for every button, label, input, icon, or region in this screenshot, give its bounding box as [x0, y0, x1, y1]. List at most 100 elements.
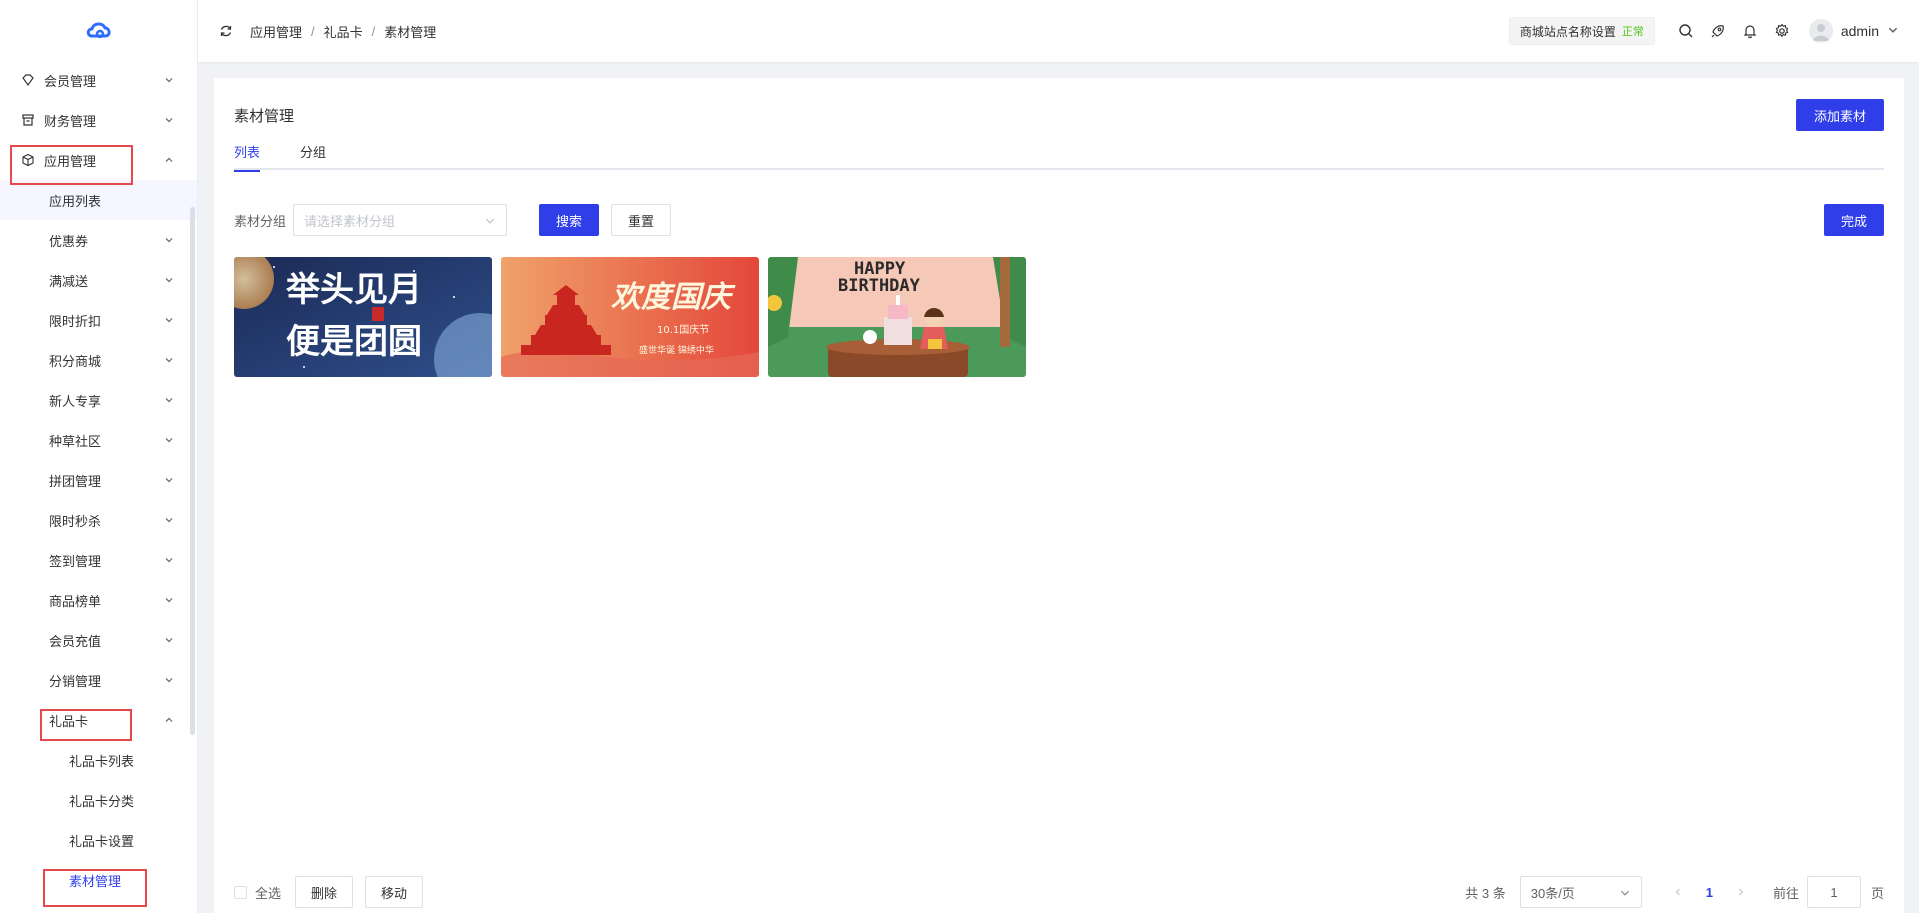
search-icon[interactable]	[1677, 22, 1695, 40]
move-button[interactable]: 移动	[365, 876, 424, 908]
total-count: 共 3 条	[1465, 885, 1506, 901]
material-gallery: 举头见月 便是团圆 欢度国庆 10.1国庆节 盛世华诞 锦绣中华 HAPPY B…	[234, 257, 1035, 377]
select-all-label[interactable]: 全选	[255, 883, 281, 902]
sidebar-scrollbar[interactable]	[190, 207, 195, 735]
chevron-down-icon	[163, 434, 175, 446]
chevron-down-icon	[163, 74, 175, 86]
menu-gift-card-category[interactable]: 礼品卡分类	[0, 780, 197, 820]
menu-recharge[interactable]: 会员充值	[0, 620, 197, 660]
menu-material-label: 素材管理	[69, 873, 122, 889]
menu-finance[interactable]: 财务管理	[0, 100, 197, 140]
chevron-down-icon	[163, 674, 175, 686]
bell-icon[interactable]	[1741, 22, 1759, 40]
menu-app[interactable]: 应用管理	[0, 140, 197, 180]
menu-gift-card[interactable]: 礼品卡	[0, 700, 197, 740]
chevron-up-icon	[163, 714, 175, 726]
menu-coupon[interactable]: 优惠券	[0, 220, 197, 260]
menu-member-label: 会员管理	[44, 73, 97, 89]
national-day-subtitle: 10.1国庆节	[657, 323, 709, 336]
moon-line-1: 举头见月	[285, 270, 422, 310]
menu-signin[interactable]: 签到管理	[0, 540, 197, 580]
menu-seckill-label: 限时秒杀	[49, 513, 102, 529]
page-title: 素材管理	[234, 108, 295, 125]
menu-points-mall[interactable]: 积分商城	[0, 340, 197, 380]
refresh-icon[interactable]	[218, 23, 234, 39]
tab-group[interactable]: 分组	[300, 132, 326, 170]
footer-bar: 全选 删除 移动 共 3 条 30条/页 1 前往 页	[234, 876, 1884, 908]
site-status: 正常	[1621, 26, 1644, 38]
delete-button[interactable]: 删除	[295, 876, 354, 908]
national-day-caption: 盛世华诞 锦绣中华	[639, 344, 714, 356]
chevron-down-icon	[163, 114, 175, 126]
pagination: 共 3 条 30条/页 1 前往 页	[1465, 876, 1884, 908]
menu-app-list-label: 应用列表	[49, 193, 102, 209]
menu-seckill[interactable]: 限时秒杀	[0, 500, 197, 540]
filter-group-label: 素材分组	[234, 213, 287, 229]
select-all-checkbox[interactable]	[234, 885, 247, 899]
menu-ranking[interactable]: 商品榜单	[0, 580, 197, 620]
material-image-moon: 举头见月 便是团圆	[234, 257, 492, 377]
main-card: 素材管理 添加素材 列表 分组 素材分组 请选择素材分组 搜索 重置 完成 举头…	[214, 78, 1904, 913]
rocket-icon[interactable]	[1709, 22, 1727, 40]
menu-app-list[interactable]: 应用列表	[0, 180, 197, 220]
username: admin	[1840, 23, 1879, 39]
chevron-down-icon	[1619, 887, 1631, 899]
material-card[interactable]: HAPPY BIRTHDAY	[768, 257, 1026, 377]
menu-coupon-label: 优惠券	[49, 233, 89, 249]
chevron-down-icon	[484, 215, 496, 227]
menu-points-mall-label: 积分商城	[49, 353, 102, 369]
menu-full-reduction[interactable]: 满减送	[0, 260, 197, 300]
menu-newcomer-label: 新人专享	[49, 393, 102, 409]
gear-icon[interactable]	[1773, 22, 1791, 40]
reset-button[interactable]: 重置	[611, 204, 672, 236]
next-page-icon[interactable]	[1731, 882, 1751, 902]
menu-gift-card-list[interactable]: 礼品卡列表	[0, 740, 197, 780]
goto-page-input[interactable]	[1806, 876, 1861, 908]
menu-group-buy[interactable]: 拼团管理	[0, 460, 197, 500]
chevron-down-icon	[163, 354, 175, 366]
page-size-value: 30条/页	[1530, 885, 1575, 901]
side-menu: 会员管理 财务管理 应用管理 应用列表 优惠券 满减送 限时折扣 积分商城 新人…	[0, 60, 197, 900]
site-name-badge[interactable]: 商城站点名称设置 正常	[1508, 17, 1655, 45]
menu-gift-card-settings-label: 礼品卡设置	[69, 833, 135, 849]
breadcrumb-gift-card[interactable]: 礼品卡	[324, 22, 363, 41]
finance-icon	[20, 112, 36, 128]
logo	[0, 0, 197, 60]
diamond-icon	[20, 72, 36, 88]
menu-material[interactable]: 素材管理	[0, 860, 197, 900]
done-button[interactable]: 完成	[1824, 204, 1884, 236]
menu-full-reduction-label: 满减送	[49, 273, 89, 289]
material-image-birthday: HAPPY BIRTHDAY	[768, 257, 1026, 377]
material-image-national-day: 欢度国庆 10.1国庆节 盛世华诞 锦绣中华	[501, 257, 759, 377]
birthday-line-2: BIRTHDAY	[838, 276, 921, 296]
page-number[interactable]: 1	[1706, 885, 1713, 900]
menu-newcomer[interactable]: 新人专享	[0, 380, 197, 420]
breadcrumb-app[interactable]: 应用管理	[250, 22, 302, 41]
menu-community[interactable]: 种草社区	[0, 420, 197, 460]
search-button[interactable]: 搜索	[539, 204, 600, 236]
breadcrumb-separator: /	[311, 23, 315, 39]
user-menu[interactable]: admin	[1808, 19, 1899, 43]
page-size-select[interactable]: 30条/页	[1519, 876, 1642, 908]
chevron-down-icon	[163, 394, 175, 406]
menu-distribution[interactable]: 分销管理	[0, 660, 197, 700]
menu-member[interactable]: 会员管理	[0, 60, 197, 100]
chevron-down-icon	[163, 474, 175, 486]
menu-gift-card-settings[interactable]: 礼品卡设置	[0, 820, 197, 860]
menu-flash-discount[interactable]: 限时折扣	[0, 300, 197, 340]
group-select-placeholder: 请选择素材分组	[304, 213, 396, 229]
group-select[interactable]: 请选择素材分组	[293, 204, 508, 236]
national-day-title: 欢度国庆	[611, 280, 736, 315]
material-card[interactable]: 欢度国庆 10.1国庆节 盛世华诞 锦绣中华	[501, 257, 759, 377]
tab-list[interactable]: 列表	[234, 132, 261, 172]
add-material-button[interactable]: 添加素材	[1796, 99, 1884, 131]
chevron-down-icon	[163, 314, 175, 326]
menu-community-label: 种草社区	[49, 433, 102, 449]
breadcrumb-material: 素材管理	[384, 24, 437, 40]
material-card[interactable]: 举头见月 便是团圆	[234, 257, 492, 377]
prev-page-icon[interactable]	[1668, 882, 1688, 902]
chevron-down-icon	[163, 594, 175, 606]
tab-bar: 列表 分组	[234, 132, 1884, 172]
menu-recharge-label: 会员充值	[49, 633, 102, 649]
filter-bar: 素材分组 请选择素材分组 搜索 重置	[234, 204, 672, 236]
